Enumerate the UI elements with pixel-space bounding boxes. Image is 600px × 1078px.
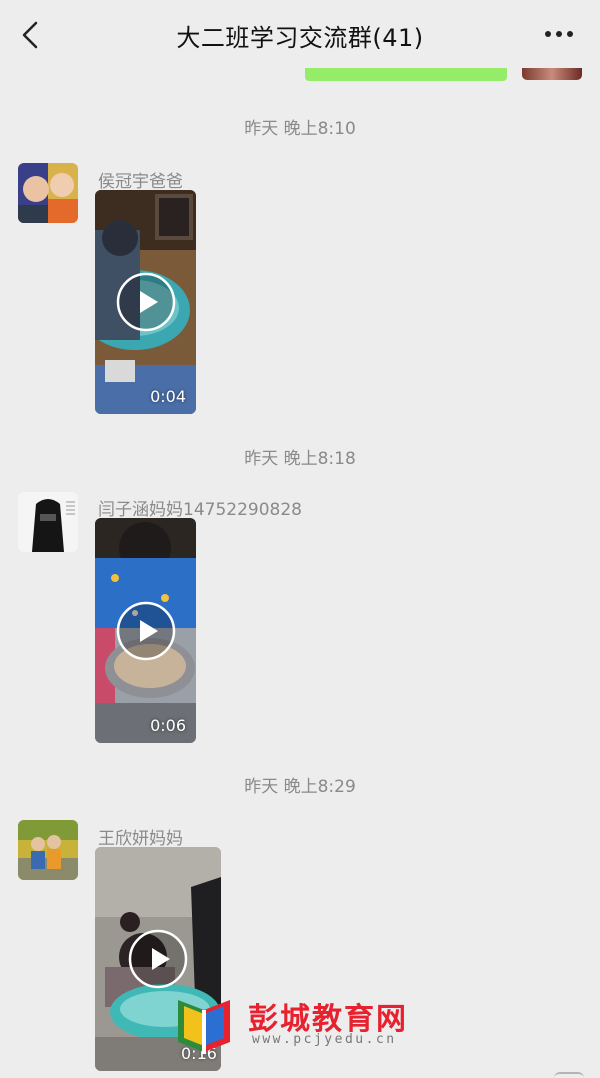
play-icon[interactable] (128, 929, 188, 989)
sender-avatar[interactable] (18, 492, 78, 552)
video-message[interactable]: 0:06 (95, 518, 196, 743)
video-duration: 0:06 (150, 716, 186, 735)
chat-title: 大二班学习交流群(41) (176, 24, 424, 52)
message-timestamp: 昨天 晚上8:18 (244, 449, 356, 469)
scroll-indicator (554, 1072, 584, 1078)
message-timestamp: 昨天 晚上8:29 (244, 777, 356, 797)
message-timestamp: 昨天 晚上8:10 (244, 119, 356, 139)
self-avatar[interactable] (522, 68, 582, 80)
play-icon[interactable] (116, 601, 176, 661)
more-dots-icon[interactable] (544, 30, 574, 38)
play-icon[interactable] (116, 272, 176, 332)
sender-name: 王欣妍妈妈 (98, 829, 183, 849)
sender-name: 侯冠宇爸爸 (98, 172, 183, 192)
sender-avatar[interactable] (18, 163, 78, 223)
book-logo-icon (178, 1000, 230, 1054)
watermark-url: www.pcjyedu.cn (252, 1032, 397, 1047)
sender-avatar[interactable] (18, 820, 78, 880)
top-bar: 大二班学习交流群(41) (0, 0, 600, 70)
outgoing-message-bubble[interactable] (305, 68, 507, 81)
watermark: 彭城教育网 www.pcjyedu.cn (172, 992, 422, 1062)
video-message[interactable]: 0:04 (95, 190, 196, 414)
sender-name: 闫子涵妈妈14752290828 (98, 500, 302, 520)
video-duration: 0:04 (150, 387, 186, 406)
